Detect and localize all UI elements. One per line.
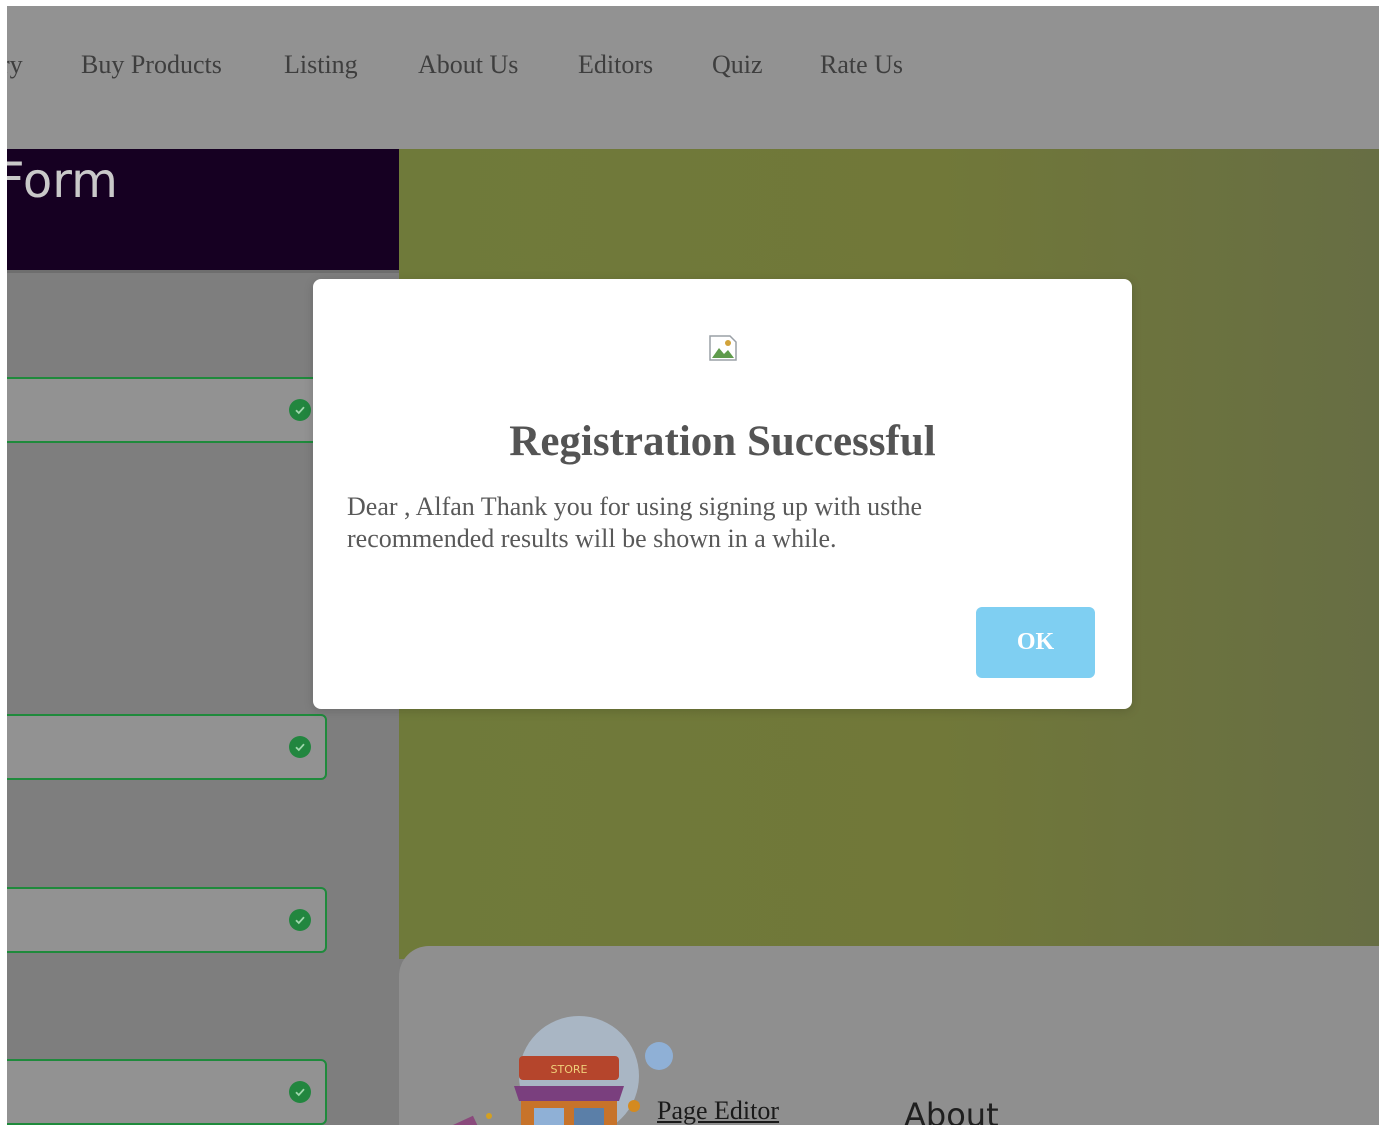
- footer-link-page-editor[interactable]: Page Editor: [657, 1096, 779, 1125]
- store-illustration-icon: STORE: [445, 1016, 673, 1125]
- nav-item-quiz[interactable]: Quiz: [712, 50, 763, 80]
- form-field-1[interactable]: [7, 377, 327, 443]
- check-circle-icon: [289, 736, 311, 758]
- nav-item-about-us[interactable]: About Us: [418, 50, 518, 80]
- check-circle-icon: [289, 399, 311, 421]
- check-circle-icon: [289, 1081, 311, 1103]
- ok-button[interactable]: OK: [976, 607, 1095, 678]
- footer-heading-about: About: [904, 1096, 999, 1125]
- nav-item-editors[interactable]: Editors: [578, 50, 653, 80]
- modal-title: Registration Successful: [509, 418, 936, 465]
- success-modal: Registration Successful Dear , Alfan Tha…: [313, 279, 1132, 709]
- store-sign-text: STORE: [551, 1063, 588, 1076]
- form-field-2[interactable]: [7, 714, 327, 780]
- nav-item-truncated[interactable]: ry: [7, 50, 23, 80]
- footer: STORE Page Editor About: [399, 946, 1379, 1125]
- check-circle-icon: [289, 909, 311, 931]
- form-field-3[interactable]: [7, 887, 327, 953]
- form-header: Form: [7, 149, 399, 270]
- top-navbar: ry Buy Products Listing About Us Editors…: [7, 6, 1379, 149]
- nav-item-listing[interactable]: Listing: [284, 50, 358, 80]
- form-title: Form: [7, 153, 118, 209]
- form-field-4[interactable]: [7, 1059, 327, 1125]
- broken-image-icon: [709, 335, 737, 361]
- modal-message: Dear , Alfan Thank you for using signing…: [347, 492, 923, 553]
- nav-item-buy-products[interactable]: Buy Products: [81, 50, 222, 80]
- nav-item-rate-us[interactable]: Rate Us: [820, 50, 903, 80]
